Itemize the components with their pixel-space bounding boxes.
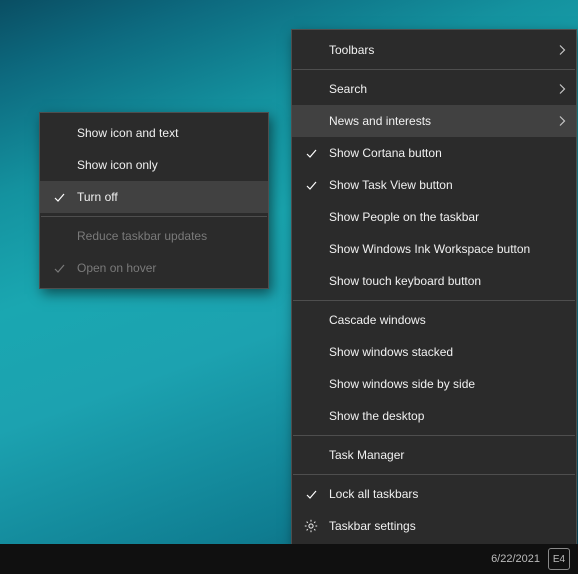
menu-item-show-desktop[interactable]: Show the desktop xyxy=(292,400,576,432)
taskbar[interactable]: 6/22/2021 E4 xyxy=(0,544,578,574)
menu-label: Show Task View button xyxy=(329,178,453,192)
taskbar-date[interactable]: 6/22/2021 xyxy=(491,553,540,565)
separator xyxy=(293,69,575,70)
menu-label: Show touch keyboard button xyxy=(329,274,481,288)
menu-item-toolbars[interactable]: Toolbars xyxy=(292,34,576,66)
taskbar-context-menu: Toolbars Search News and interests Show … xyxy=(291,29,577,547)
gear-icon xyxy=(300,510,322,542)
separator xyxy=(293,474,575,475)
check-icon xyxy=(300,478,322,510)
check-icon xyxy=(300,137,322,169)
menu-label: Show Windows Ink Workspace button xyxy=(329,242,530,256)
menu-label: Show the desktop xyxy=(329,409,424,423)
chevron-right-icon xyxy=(559,116,566,127)
submenu-item-open-on-hover: Open on hover xyxy=(40,252,268,284)
menu-label: Reduce taskbar updates xyxy=(77,229,207,243)
menu-item-side-by-side[interactable]: Show windows side by side xyxy=(292,368,576,400)
news-interests-submenu: Show icon and text Show icon only Turn o… xyxy=(39,112,269,289)
menu-item-news-and-interests[interactable]: News and interests xyxy=(292,105,576,137)
menu-label: Task Manager xyxy=(329,448,404,462)
menu-item-search[interactable]: Search xyxy=(292,73,576,105)
check-icon xyxy=(48,252,70,284)
menu-label: Show Cortana button xyxy=(329,146,442,160)
separator xyxy=(41,216,267,217)
submenu-item-icon-text[interactable]: Show icon and text xyxy=(40,117,268,149)
menu-item-lock-taskbars[interactable]: Lock all taskbars xyxy=(292,478,576,510)
desktop-background: Toolbars Search News and interests Show … xyxy=(0,0,578,574)
separator xyxy=(293,300,575,301)
menu-item-cortana[interactable]: Show Cortana button xyxy=(292,137,576,169)
menu-item-taskview[interactable]: Show Task View button xyxy=(292,169,576,201)
menu-label: Toolbars xyxy=(329,43,374,57)
ime-label: E4 xyxy=(553,554,565,565)
menu-label: Show icon and text xyxy=(77,126,178,140)
chevron-right-icon xyxy=(559,45,566,56)
menu-item-ink[interactable]: Show Windows Ink Workspace button xyxy=(292,233,576,265)
ime-indicator[interactable]: E4 xyxy=(548,548,570,570)
menu-label: Lock all taskbars xyxy=(329,487,418,501)
menu-label: Search xyxy=(329,82,367,96)
menu-label: Show People on the taskbar xyxy=(329,210,479,224)
menu-label: Taskbar settings xyxy=(329,519,416,533)
menu-item-taskbar-settings[interactable]: Taskbar settings xyxy=(292,510,576,542)
submenu-item-turn-off[interactable]: Turn off xyxy=(40,181,268,213)
menu-item-touch-keyboard[interactable]: Show touch keyboard button xyxy=(292,265,576,297)
submenu-item-reduce-updates: Reduce taskbar updates xyxy=(40,220,268,252)
menu-item-task-manager[interactable]: Task Manager xyxy=(292,439,576,471)
menu-item-people[interactable]: Show People on the taskbar xyxy=(292,201,576,233)
menu-label: Open on hover xyxy=(77,261,156,275)
menu-label: News and interests xyxy=(329,114,431,128)
menu-item-cascade[interactable]: Cascade windows xyxy=(292,304,576,336)
separator xyxy=(293,435,575,436)
chevron-right-icon xyxy=(559,84,566,95)
check-icon xyxy=(48,181,70,213)
submenu-item-icon-only[interactable]: Show icon only xyxy=(40,149,268,181)
menu-label: Turn off xyxy=(77,190,118,204)
menu-item-stacked[interactable]: Show windows stacked xyxy=(292,336,576,368)
menu-label: Show windows stacked xyxy=(329,345,453,359)
menu-label: Show windows side by side xyxy=(329,377,475,391)
menu-label: Cascade windows xyxy=(329,313,426,327)
menu-label: Show icon only xyxy=(77,158,158,172)
check-icon xyxy=(300,169,322,201)
